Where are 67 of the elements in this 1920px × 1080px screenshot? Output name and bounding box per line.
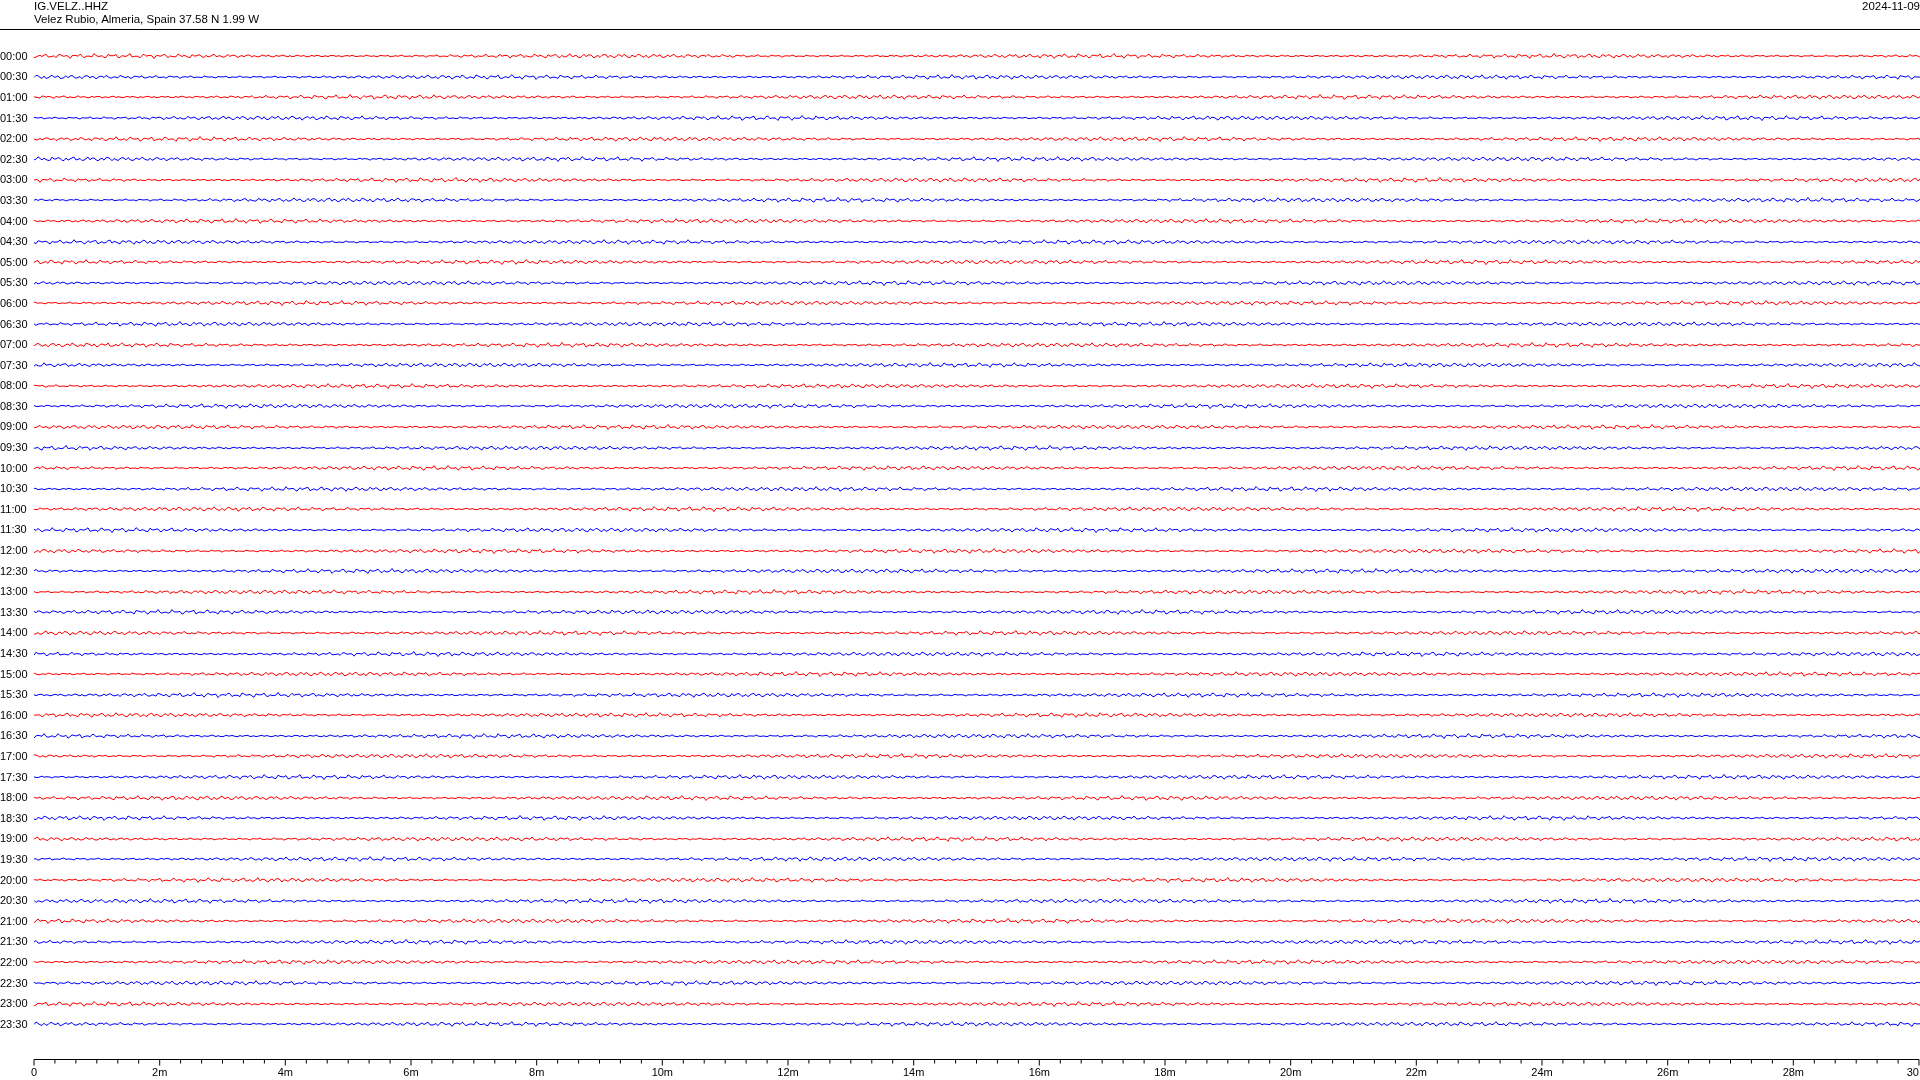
time-label: 05:30 <box>0 276 29 290</box>
time-label: 10:00 <box>0 461 29 475</box>
time-label: 11:30 <box>0 523 28 537</box>
axis-tick-label: 16m <box>1028 1065 1051 1078</box>
axis-tick-label: 12m <box>777 1065 799 1078</box>
axis-tick-label: 8m <box>529 1065 545 1078</box>
time-label: 09:30 <box>0 441 29 455</box>
time-label: 09:00 <box>0 420 29 434</box>
station-code: IG.VELZ..HHZ <box>34 0 110 13</box>
time-label: 22:30 <box>0 976 29 990</box>
time-label: 02:00 <box>0 132 29 146</box>
time-label: 08:00 <box>0 379 29 393</box>
time-label: 14:30 <box>0 647 29 660</box>
time-label: 12:30 <box>0 564 29 578</box>
time-label: 13:00 <box>0 585 29 599</box>
time-label: 16:30 <box>0 729 29 743</box>
time-label: 00:00 <box>0 49 29 63</box>
axis-tick-label: 22m <box>1405 1065 1428 1078</box>
time-label: 18:00 <box>0 791 29 805</box>
axis-tick-label: 14m <box>902 1065 925 1078</box>
time-label: 20:00 <box>0 873 29 887</box>
time-label: 21:00 <box>0 914 29 928</box>
time-label: 23:00 <box>0 997 29 1011</box>
time-label: 19:00 <box>0 832 29 846</box>
axis-tick-label: 28m <box>1782 1065 1805 1078</box>
time-label: 03:00 <box>0 173 29 187</box>
time-label: 05:00 <box>0 255 29 269</box>
axis-tick-label: 2m <box>152 1065 168 1078</box>
time-label: 23:30 <box>0 1017 29 1031</box>
time-label: 13:30 <box>0 605 29 619</box>
axis-tick-label: 6m <box>403 1065 419 1078</box>
time-label: 12:00 <box>0 544 29 558</box>
time-label: 17:30 <box>0 770 29 784</box>
station-location: Velez Rubio, Almeria, Spain 37.58 N 1.99 W <box>34 13 259 26</box>
time-label: 02:30 <box>0 152 29 166</box>
time-label: 17:00 <box>0 750 29 763</box>
time-label: 15:00 <box>0 667 29 681</box>
time-label: 16:00 <box>0 708 29 722</box>
axis-tick-label: 26m <box>1656 1065 1679 1078</box>
time-label: 20:30 <box>0 894 29 908</box>
time-label: 07:00 <box>0 338 29 352</box>
axis-tick-label: 0 <box>30 1065 38 1078</box>
time-label: 18:30 <box>0 811 29 825</box>
time-label: 22:00 <box>0 955 29 969</box>
time-label: 07:30 <box>0 358 29 372</box>
time-label: 04:30 <box>0 235 29 249</box>
time-label: 10:30 <box>0 482 29 496</box>
axis-tick-label: 4m <box>277 1065 293 1078</box>
date-label: 2024-11-09 <box>1862 0 1920 13</box>
time-label: 01:00 <box>0 91 29 104</box>
axis-tick-label: 20m <box>1279 1065 1302 1078</box>
axis-tick-label: 24m <box>1531 1065 1553 1078</box>
time-label: 01:30 <box>0 111 29 125</box>
time-label: 21:30 <box>0 935 29 949</box>
time-label: 06:30 <box>0 317 29 331</box>
time-label: 19:30 <box>0 852 29 866</box>
time-label: 00:30 <box>0 70 29 84</box>
axis-tick-label: 30 <box>1906 1065 1919 1078</box>
time-label: 06:00 <box>0 296 29 310</box>
time-label: 08:30 <box>0 399 29 413</box>
axis-tick-label: 10m <box>651 1065 674 1078</box>
time-label: 04:00 <box>0 214 29 228</box>
axis-tick-label: 18m <box>1154 1065 1176 1078</box>
time-label: 11:00 <box>0 502 28 516</box>
time-label: 15:30 <box>0 688 29 702</box>
time-label: 14:00 <box>0 626 29 640</box>
time-label: 03:30 <box>0 193 29 207</box>
